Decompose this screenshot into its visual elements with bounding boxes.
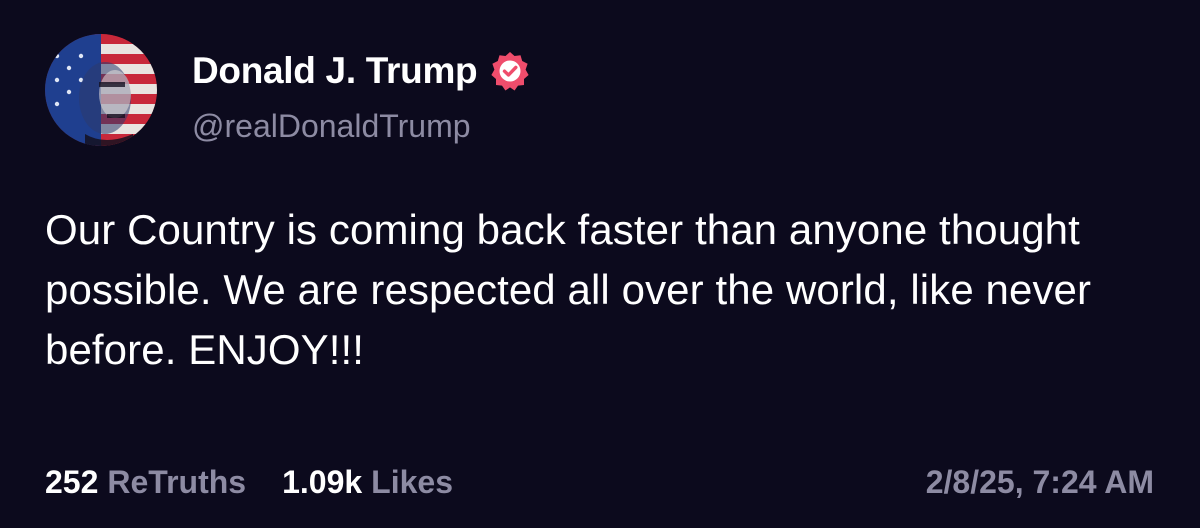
avatar-flag-portrait-image [45,34,157,146]
author-name-row: Donald J. Trump [192,46,531,96]
post-timestamp[interactable]: 2/8/25, 7:24 AM [926,456,1154,508]
profile-avatar[interactable] [45,34,157,146]
likes-label: Likes [371,464,453,500]
retruths-label: ReTruths [107,464,247,500]
retruths-count: 252 [45,464,99,500]
truth-post: Donald J. Trump @realDonaldTrump Our Cou… [0,0,1200,528]
likes-stat[interactable]: 1.09k Likes [282,456,453,508]
likes-count: 1.09k [282,464,363,500]
author-handle[interactable]: @realDonaldTrump [192,104,471,148]
author-display-name[interactable]: Donald J. Trump [192,46,478,96]
retruths-stat[interactable]: 252 ReTruths [45,456,246,508]
verified-badge-icon [491,52,529,91]
post-stats: 252 ReTruths 1.09k Likes [45,456,453,508]
post-body-text: Our Country is coming back faster than a… [45,206,1092,373]
